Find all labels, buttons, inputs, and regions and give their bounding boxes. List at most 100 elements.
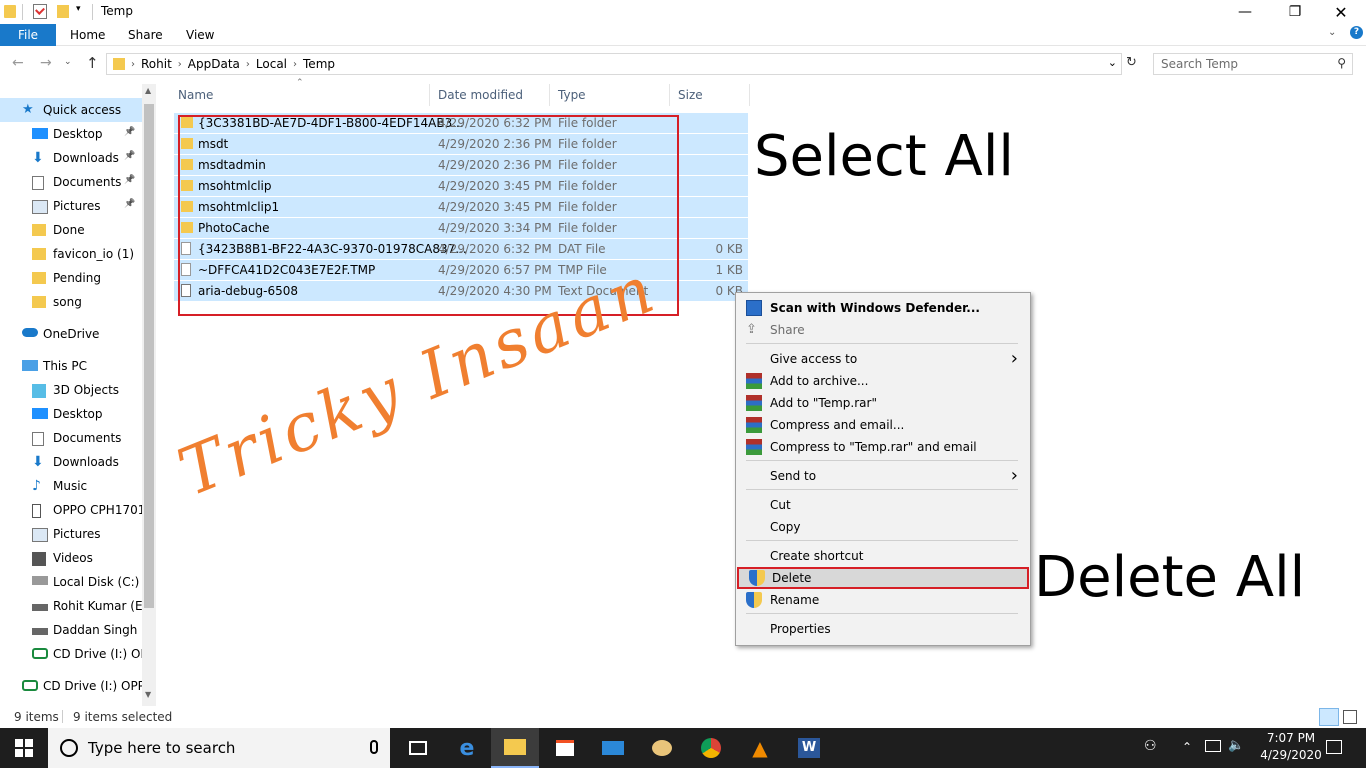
sidebar-item[interactable]: Local Disk (C:) <box>0 570 142 594</box>
customize-qat-icon[interactable]: ▾ <box>76 4 81 14</box>
sidebar-item[interactable]: Daddan Singh (F <box>0 618 153 642</box>
windows-start-icon[interactable] <box>0 728 48 768</box>
store-icon[interactable] <box>541 728 589 768</box>
tab-file[interactable]: File <box>0 24 56 46</box>
menu-item[interactable]: Properties <box>736 618 1030 640</box>
clock-date[interactable]: 4/29/2020 <box>1258 748 1324 762</box>
menu-item[interactable]: Delete <box>737 567 1029 589</box>
menu-separator <box>746 343 1018 344</box>
menu-item-label: Cut <box>770 498 791 512</box>
menu-item[interactable]: Compress to "Temp.rar" and email <box>736 436 1030 458</box>
up-arrow-icon[interactable]: ↑ <box>86 54 99 72</box>
sidebar-item[interactable]: Done <box>0 218 142 242</box>
sidebar-item[interactable]: ⬇ Downloads <box>0 450 142 474</box>
sidebar-item[interactable]: CD Drive (I:) OPF <box>0 642 155 666</box>
breadcrumb-rohit[interactable]: Rohit <box>141 57 172 71</box>
edge-icon[interactable]: e <box>443 728 491 768</box>
mail-icon[interactable] <box>589 728 637 768</box>
menu-item[interactable]: Rename <box>736 589 1030 611</box>
menu-item[interactable]: Cut <box>736 494 1030 516</box>
menu-item[interactable]: Create shortcut <box>736 545 1030 567</box>
close-button[interactable]: ✕ <box>1318 0 1364 24</box>
chevron-right-icon[interactable]: › <box>293 59 297 70</box>
address-dropdown-icon[interactable]: ⌄ <box>1108 56 1117 69</box>
pictures-icon <box>32 528 48 542</box>
chevron-right-icon[interactable]: › <box>178 59 182 70</box>
column-type[interactable]: Type <box>550 84 670 106</box>
search-icon: ⚲ <box>1337 56 1346 70</box>
chrome-icon[interactable] <box>687 728 735 768</box>
refresh-icon[interactable]: ↻ <box>1126 55 1137 70</box>
vlc-icon[interactable]: ▲ <box>736 728 784 768</box>
help-icon[interactable]: ? <box>1350 26 1363 39</box>
tab-share[interactable]: Share <box>116 24 175 46</box>
sidebar-item[interactable]: Desktop <box>0 402 142 426</box>
sidebar-item[interactable]: Rohit Kumar (E:) <box>0 594 151 618</box>
menu-item[interactable]: ⇪ Share <box>736 319 1030 341</box>
navigation-pane: ★ Quick access Desktop 📌 ⬇ Downloads 📌 Document… <box>0 84 156 706</box>
show-hidden-icons-icon[interactable]: ⌃ <box>1182 740 1192 754</box>
menu-item[interactable]: Add to archive... <box>736 370 1030 392</box>
word-icon[interactable]: W <box>785 728 833 768</box>
sidebar-item[interactable]: Documents <box>0 426 142 450</box>
file-explorer-icon[interactable] <box>491 728 539 768</box>
menu-item[interactable]: Scan with Windows Defender... <box>736 297 1030 319</box>
sidebar-item[interactable]: Desktop 📌 <box>0 122 142 146</box>
sidebar-item[interactable]: song <box>0 290 142 314</box>
sidebar-item[interactable]: Pictures <box>0 522 142 546</box>
microphone-icon[interactable] <box>370 740 378 754</box>
menu-item[interactable]: Compress and email... <box>736 414 1030 436</box>
tab-home[interactable]: Home <box>58 24 117 46</box>
search-placeholder: Search Temp <box>1161 57 1239 71</box>
large-icons-view-icon[interactable] <box>1343 710 1357 724</box>
search-input[interactable]: Search Temp ⚲ <box>1153 53 1353 75</box>
properties-quick-icon[interactable] <box>33 4 47 19</box>
breadcrumb-local[interactable]: Local <box>256 57 287 71</box>
sidebar-item[interactable]: 3D Objects <box>0 378 142 402</box>
sidebar-item[interactable]: ★ Quick access <box>0 98 142 122</box>
column-date-modified[interactable]: Date modified <box>430 84 550 106</box>
tab-view[interactable]: View <box>174 24 226 46</box>
menu-item[interactable]: Add to "Temp.rar" <box>736 392 1030 414</box>
recent-locations-icon[interactable]: ⌄ <box>64 57 72 67</box>
sidebar-item[interactable]: Documents 📌 <box>0 170 142 194</box>
maximize-button[interactable]: ❐ <box>1272 0 1318 24</box>
sidebar-item[interactable]: OPPO CPH1701 <box>0 498 145 522</box>
menu-item[interactable]: Send to › <box>736 465 1030 487</box>
menu-item[interactable]: Give access to › <box>736 348 1030 370</box>
chevron-right-icon[interactable]: › <box>246 59 250 70</box>
people-icon[interactable]: ⚇ <box>1144 738 1157 754</box>
breadcrumb-appdata[interactable]: AppData <box>188 57 240 71</box>
paint-icon[interactable] <box>638 728 686 768</box>
details-view-icon[interactable] <box>1319 708 1339 726</box>
network-icon[interactable] <box>1205 740 1221 752</box>
action-center-icon[interactable] <box>1326 740 1342 754</box>
sidebar-item[interactable]: Pictures 📌 <box>0 194 142 218</box>
menu-item[interactable]: Copy <box>736 516 1030 538</box>
sidebar-item[interactable]: This PC <box>0 354 142 378</box>
column-name[interactable]: Name <box>170 84 430 106</box>
sidebar-item[interactable]: ♪ Music <box>0 474 142 498</box>
sidebar-item[interactable]: Pending <box>0 266 142 290</box>
sidebar-item[interactable]: ⬇ Downloads 📌 <box>0 146 142 170</box>
clock-time[interactable]: 7:07 PM <box>1262 731 1320 745</box>
chevron-right-icon[interactable]: › <box>131 59 135 70</box>
address-bar[interactable]: › Rohit › AppData › Local › Temp ⌄ <box>106 53 1122 75</box>
sidebar-item-label: Local Disk (C:) <box>53 575 140 589</box>
volume-icon[interactable]: 🔈 <box>1228 738 1244 753</box>
sidebar-item[interactable]: CD Drive (I:) OPPC <box>0 674 153 698</box>
back-arrow-icon[interactable]: ← <box>12 55 24 71</box>
sidebar-item-label: Pictures <box>53 527 101 541</box>
column-size[interactable]: Size <box>670 84 750 106</box>
forward-arrow-icon[interactable]: → <box>40 55 52 71</box>
nav-scrollbar[interactable]: ▲ ▼ <box>142 84 156 706</box>
new-folder-quick-icon[interactable] <box>57 5 69 18</box>
taskbar-search-input[interactable]: Type here to search <box>48 728 390 768</box>
expand-ribbon-icon[interactable]: ⌄ <box>1328 27 1336 38</box>
minimize-button[interactable]: — <box>1222 0 1268 24</box>
task-view-icon[interactable] <box>394 728 442 768</box>
breadcrumb-temp[interactable]: Temp <box>303 57 335 71</box>
sidebar-item[interactable]: Videos <box>0 546 142 570</box>
sidebar-item[interactable]: favicon_io (1) <box>0 242 142 266</box>
sidebar-item[interactable]: OneDrive <box>0 322 142 346</box>
